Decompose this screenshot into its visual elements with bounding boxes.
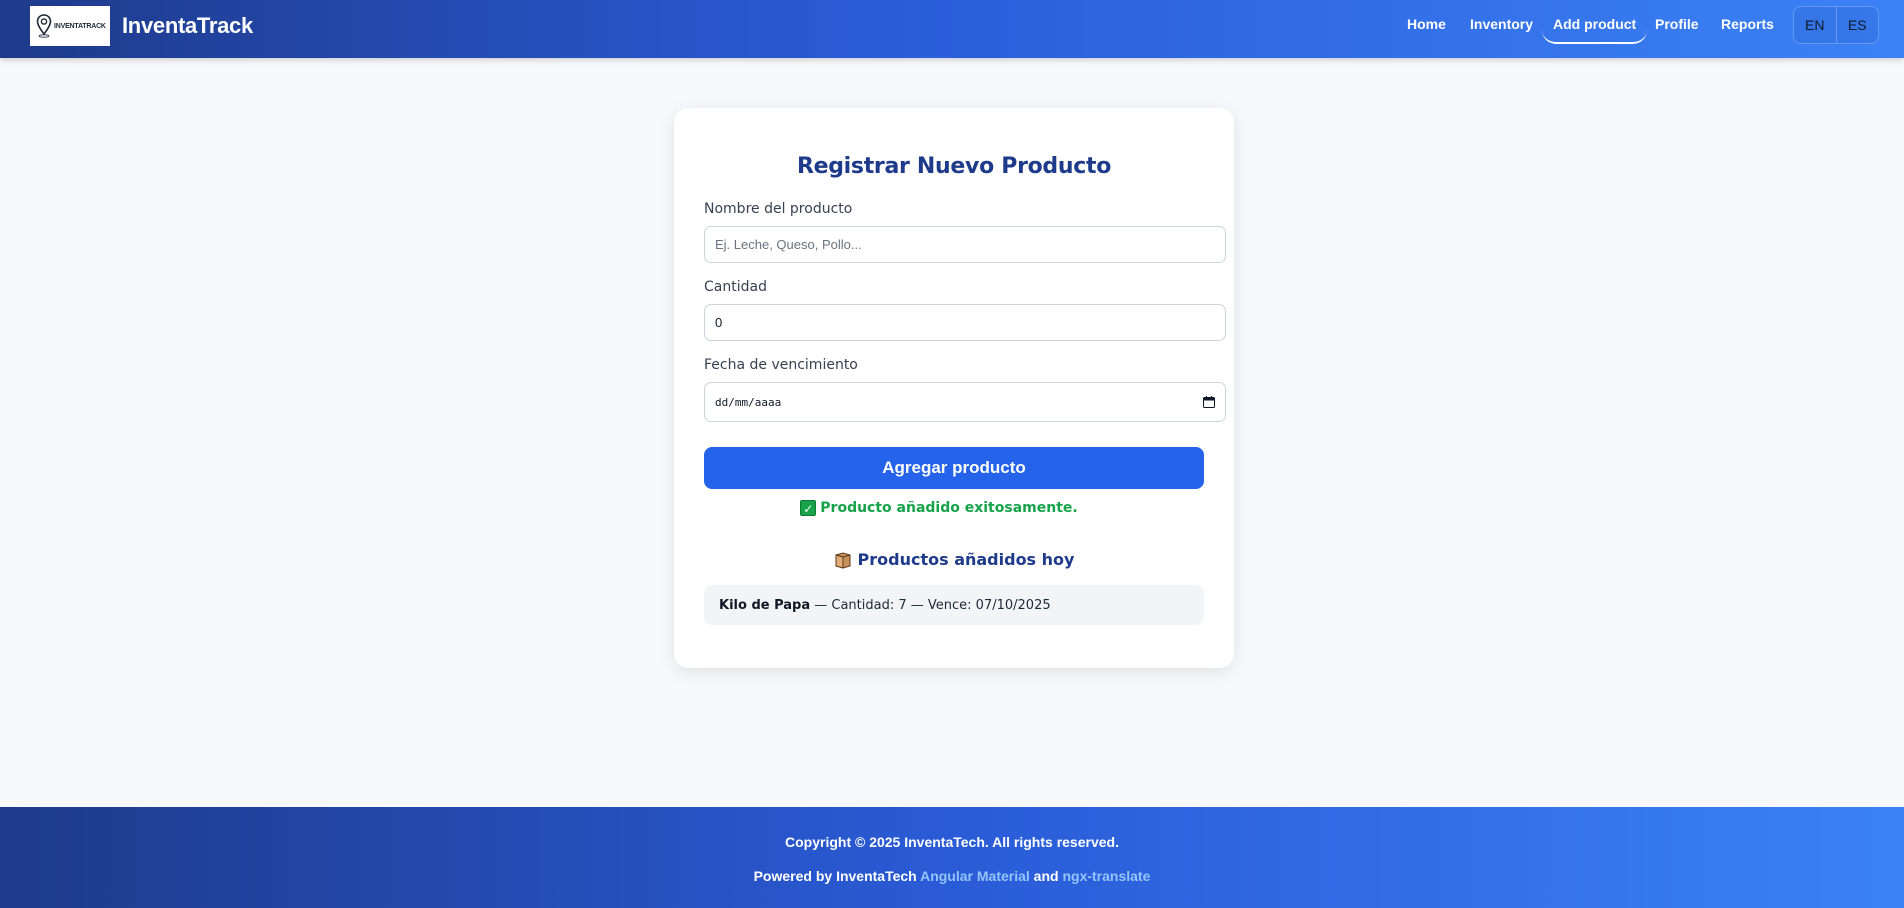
expiry-label: Fecha de vencimiento [704, 357, 858, 373]
nav-home[interactable]: Home [1407, 16, 1446, 32]
item-name: Kilo de Papa [719, 597, 811, 613]
box-icon [835, 551, 851, 569]
footer: Copyright © 2025 InventaTech. All rights… [0, 807, 1904, 908]
nav-inventory[interactable]: Inventory [1470, 16, 1533, 32]
success-text: Producto añadido exitosamente. [820, 500, 1078, 516]
calendar-icon[interactable] [1203, 396, 1215, 408]
nav-profile[interactable]: Profile [1655, 16, 1699, 32]
app-logo[interactable]: INVENTATRACK [30, 6, 110, 46]
footer-powered: Powered by InventaTech Angular Material … [0, 868, 1904, 884]
product-name-input[interactable] [704, 226, 1226, 263]
add-product-button[interactable]: Agregar producto [704, 447, 1204, 489]
lang-es-button[interactable]: ES [1835, 7, 1879, 43]
checkmark-icon: ✓ [800, 500, 817, 516]
powered-and: and [1029, 868, 1063, 884]
added-today-heading: Productos añadidos hoy [674, 550, 1234, 569]
nav-reports[interactable]: Reports [1721, 16, 1774, 32]
lang-en-button[interactable]: EN [1794, 7, 1836, 43]
success-message: ✓ Producto añadido exitosamente. [674, 500, 1204, 516]
date-placeholder: dd/mm/aaaa [715, 395, 782, 409]
add-product-card: Registrar Nuevo Producto Nombre del prod… [674, 108, 1234, 668]
location-pin-icon [36, 14, 52, 38]
powered-prefix: Powered by InventaTech [753, 868, 921, 884]
language-switcher: EN ES [1793, 6, 1879, 44]
expiry-date-input[interactable]: dd/mm/aaaa [704, 382, 1226, 422]
logo-text: INVENTATRACK [54, 22, 106, 30]
top-navbar: INVENTATRACK InventaTrack Home Inventory… [0, 0, 1904, 58]
footer-copyright: Copyright © 2025 InventaTech. All rights… [785, 834, 1119, 850]
added-product-item: Kilo de Papa — Cantidad: 7 — Vence: 07/1… [704, 585, 1204, 625]
nav-add-product[interactable]: Add product [1542, 5, 1648, 44]
ngx-translate-link[interactable]: ngx-translate [1062, 868, 1150, 884]
added-today-title: Productos añadidos hoy [857, 550, 1075, 569]
quantity-label: Cantidad [704, 279, 767, 295]
item-details: — Cantidad: 7 — Vence: 07/10/2025 [810, 597, 1051, 613]
angular-material-link[interactable]: Angular Material [920, 868, 1030, 884]
name-label: Nombre del producto [704, 201, 853, 217]
form-title: Registrar Nuevo Producto [796, 154, 1112, 179]
brand-name[interactable]: InventaTrack [122, 13, 253, 39]
quantity-input[interactable] [704, 304, 1226, 341]
